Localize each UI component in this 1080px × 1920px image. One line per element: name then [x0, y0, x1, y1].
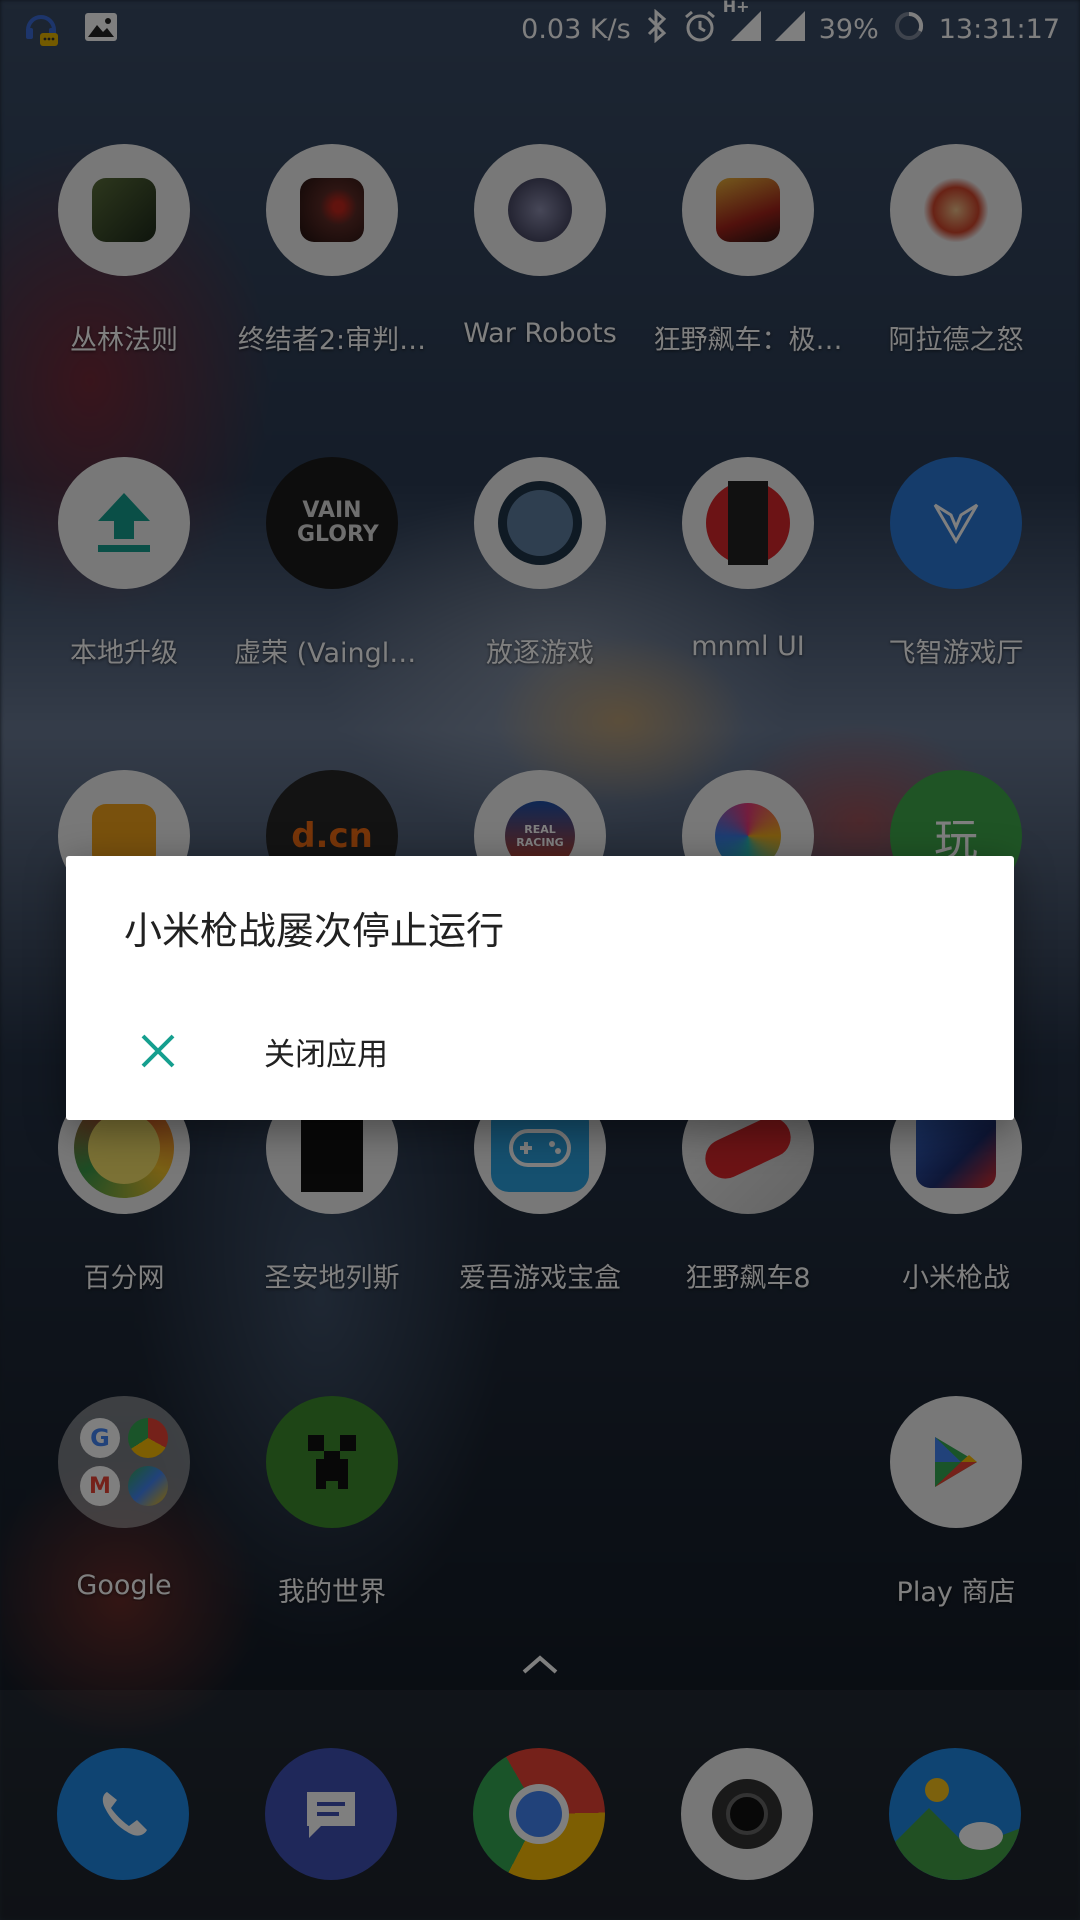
app-crash-dialog: 小米枪战屡次停止运行 关闭应用: [66, 856, 1014, 1120]
close-app-label: 关闭应用: [264, 1036, 388, 1073]
dialog-title: 小米枪战屡次停止运行: [124, 909, 505, 953]
close-icon: [128, 1033, 188, 1069]
close-app-option[interactable]: 关闭应用: [66, 1006, 1014, 1096]
